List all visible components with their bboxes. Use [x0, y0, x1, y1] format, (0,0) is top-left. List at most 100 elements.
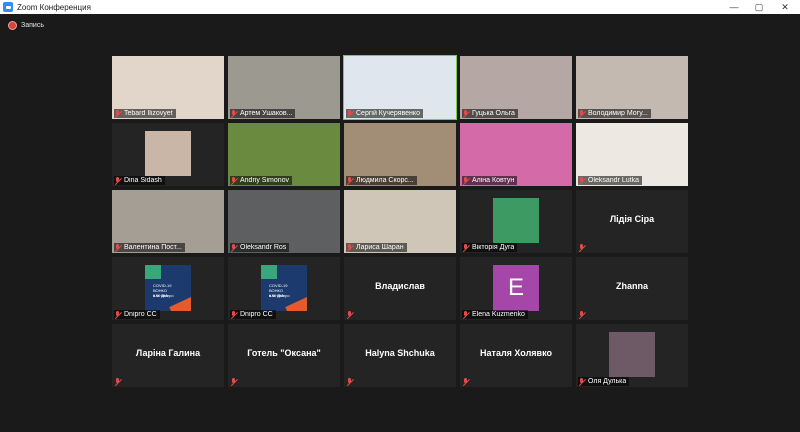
participant-name-tag: Dnipro CC — [230, 310, 276, 319]
muted-mic-icon — [114, 310, 122, 319]
participant-display-name: Zhanna — [615, 281, 648, 291]
participant-display-name: Владислав — [375, 281, 425, 291]
participant-name-tag: Dnipro CC — [114, 310, 160, 319]
muted-mic-icon — [462, 310, 470, 319]
participant-tile[interactable]: Вікторія Дуга — [460, 190, 572, 253]
participant-name: Dina Sidash — [124, 177, 162, 184]
participant-tile[interactable]: Володимир Могу... — [576, 56, 688, 119]
participant-tile[interactable]: COVID-19 ВОНКО КЛІНІКА в м. Дніпро Dnipro C… — [228, 257, 340, 320]
participant-tile[interactable]: Dina Sidash — [112, 123, 224, 186]
participant-tile[interactable]: Наталя Холявко — [460, 324, 572, 387]
recording-indicator[interactable]: Запись — [8, 19, 44, 31]
muted-mic-icon — [346, 109, 354, 118]
muted-mic-icon — [114, 176, 122, 185]
participant-tile[interactable]: Tebard Ilizovyet — [112, 56, 224, 119]
muted-mic-icon — [114, 377, 122, 386]
muted-mic-icon — [462, 243, 470, 252]
participant-tile[interactable]: COVID-19 ВОНКО КЛІНІКА в м. Дніпро Dnipro C… — [112, 257, 224, 320]
muted-mic-icon — [578, 310, 586, 319]
muted-mic-icon — [230, 109, 238, 118]
participant-name-tag: Dina Sidash — [114, 176, 165, 185]
participant-name: Лариса Шаран — [356, 244, 404, 251]
logo-text: в м. Дніпро — [269, 293, 290, 298]
participant-tile[interactable]: Zhanna — [576, 257, 688, 320]
participant-name-tag: Валентина Пост... — [114, 243, 185, 252]
muted-mic-icon — [578, 377, 586, 386]
participant-name: Oleksandr Ros — [240, 244, 287, 251]
muted-mic-icon — [578, 109, 586, 118]
participant-tile[interactable]: Владислав — [344, 257, 456, 320]
participant-display-name: Наталя Холявко — [480, 348, 552, 358]
muted-mic-icon — [462, 109, 470, 118]
logo-stripe — [169, 296, 191, 311]
participant-name-tag: Andriy Simonov — [230, 176, 293, 185]
covid-clinic-logo: COVID-19 ВОНКО КЛІНІКА в м. Дніпро — [261, 265, 307, 311]
participant-name-tag: Oleksandr Lutka — [578, 176, 642, 185]
participant-tile[interactable]: Лідія Сіра — [576, 190, 688, 253]
minimize-button[interactable]: — — [720, 0, 748, 14]
muted-mic-icon — [114, 243, 122, 252]
participant-tile[interactable]: Ларіна Галина — [112, 324, 224, 387]
maximize-button[interactable]: ▢ — [745, 0, 773, 14]
participant-name-tag: Аліна Ковтун — [462, 176, 518, 185]
participant-tile[interactable]: Аліна Ковтун — [460, 123, 572, 186]
muted-mic-icon — [462, 176, 470, 185]
profile-picture — [145, 131, 191, 176]
muted-mic-icon — [346, 243, 354, 252]
participant-name-tag: Сергій Кучерявенко — [346, 109, 423, 118]
participant-name-tag: Гуцька Ольга — [462, 109, 518, 118]
participant-display-name: Лідія Сіра — [609, 214, 655, 224]
participant-tile[interactable]: Oleksandr Ros — [228, 190, 340, 253]
participant-tile[interactable]: Halyna Shchuka — [344, 324, 456, 387]
muted-mic-icon — [578, 176, 586, 185]
participant-name: Валентина Пост... — [124, 244, 182, 251]
participant-name: Вікторія Дуга — [472, 244, 515, 251]
logo-text: в м. Дніпро — [153, 293, 174, 298]
participant-name: Аліна Ковтун — [472, 177, 515, 184]
participant-display-name: Ларіна Галина — [135, 348, 201, 358]
participant-tile[interactable]: Oleksandr Lutka — [576, 123, 688, 186]
participant-name: Tebard Ilizovyet — [124, 110, 173, 117]
participant-tile[interactable]: Артем Ушаков... — [228, 56, 340, 119]
participant-tile[interactable]: Готель "Оксана" — [228, 324, 340, 387]
participant-tile[interactable]: E Elena Kuzmenko — [460, 257, 572, 320]
participant-name: Володимир Могу... — [588, 110, 648, 117]
muted-mic-icon — [114, 109, 122, 118]
covid-clinic-logo: COVID-19 ВОНКО КЛІНІКА в м. Дніпро — [145, 265, 191, 311]
muted-mic-icon — [230, 377, 238, 386]
participant-display-name: Готель "Оксана" — [247, 348, 321, 358]
muted-mic-icon — [230, 310, 238, 319]
participant-tile[interactable]: Гуцька Ольга — [460, 56, 572, 119]
window-title: Zoom Конференция — [17, 2, 91, 12]
participant-name: Dnipro CC — [240, 311, 273, 318]
participant-name-tag — [462, 377, 473, 386]
record-icon — [8, 20, 17, 30]
participant-display-name: Halyna Shchuka — [365, 348, 435, 358]
participant-name-tag: Elena Kuzmenko — [462, 310, 528, 319]
participant-name-tag — [346, 377, 357, 386]
letter-avatar: E — [493, 265, 539, 311]
muted-mic-icon — [346, 176, 354, 185]
participant-name-tag: Лариса Шаран — [346, 243, 407, 252]
close-button[interactable]: ✕ — [771, 0, 799, 14]
logo-stripe — [285, 296, 307, 311]
participant-name: Dnipro CC — [124, 311, 157, 318]
muted-mic-icon — [462, 377, 470, 386]
participant-tile[interactable]: Оля Дулька — [576, 324, 688, 387]
participant-name: Оля Дулька — [588, 378, 627, 385]
zoom-app-icon — [3, 2, 13, 12]
participant-tile[interactable]: Людмила Скорс... — [344, 123, 456, 186]
participant-tile[interactable]: Лариса Шаран — [344, 190, 456, 253]
participant-tile[interactable]: Валентина Пост... — [112, 190, 224, 253]
participant-name-tag: Tebard Ilizovyet — [114, 109, 176, 118]
participant-name-tag: Людмила Скорс... — [346, 176, 417, 185]
participant-tile[interactable]: Andriy Simonov — [228, 123, 340, 186]
participant-name-tag — [114, 377, 125, 386]
participant-name-tag — [578, 310, 589, 319]
participant-name-tag — [346, 310, 357, 319]
participant-name-tag: Володимир Могу... — [578, 109, 651, 118]
muted-mic-icon — [346, 310, 354, 319]
muted-mic-icon — [230, 176, 238, 185]
participant-tile[interactable]: Сергій Кучерявенко — [343, 55, 457, 120]
participant-name: Elena Kuzmenko — [472, 311, 525, 318]
